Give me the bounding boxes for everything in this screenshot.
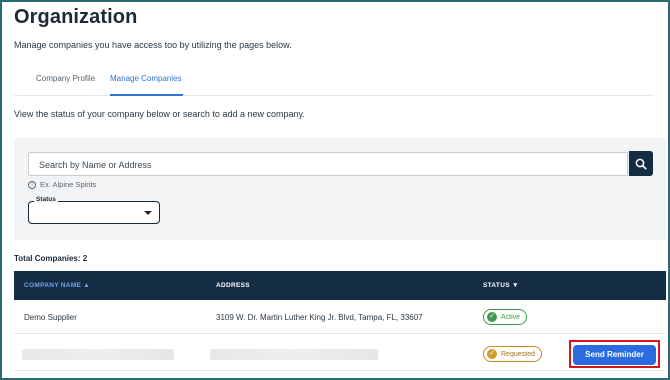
send-reminder-button[interactable]: Send Reminder — [573, 344, 656, 365]
redacted-company-name — [22, 349, 174, 360]
chevron-down-icon — [144, 211, 152, 215]
info-icon: i — [28, 180, 36, 189]
search-icon — [635, 158, 647, 170]
search-hint-text: Ex. Alpine Spirits — [40, 180, 97, 189]
search-placeholder: Search by Name or Address — [39, 160, 152, 170]
status-badge-requested: ✓ Requested — [483, 346, 542, 362]
column-header-address: ADDRESS — [216, 282, 250, 289]
table-row: Demo Supplier 3109 W. Dr. Martin Luther … — [14, 300, 666, 334]
address-cell: 3109 W. Dr. Martin Luther King Jr. Blvd,… — [216, 313, 423, 322]
column-header-company-name-label: COMPANY NAME — [24, 282, 82, 289]
search-button[interactable] — [629, 151, 653, 176]
active-tab-indicator — [110, 94, 183, 96]
status-badge-active: ✓ Active — [483, 309, 528, 325]
status-badge-label: Requested — [501, 350, 535, 358]
send-reminder-highlight: Send Reminder — [569, 340, 660, 368]
tab-manage-companies[interactable]: Manage Companies — [110, 74, 182, 83]
column-header-status[interactable]: STATUS ▼ — [483, 282, 519, 289]
page-description: Manage companies you have access too by … — [14, 40, 292, 50]
filter-panel: Search by Name or Address i Ex. Alpine S… — [14, 138, 666, 240]
tab-company-profile[interactable]: Company Profile — [36, 74, 95, 83]
table-row: ✓ Requested Send Reminder — [14, 337, 666, 371]
search-hint: i Ex. Alpine Spirits — [28, 180, 96, 189]
total-companies-count: Total Companies: 2 — [14, 254, 88, 263]
company-name-cell: Demo Supplier — [24, 313, 77, 322]
app-frame: Organization Manage companies you have a… — [0, 0, 670, 380]
status-dropdown-label: Status — [34, 196, 58, 203]
tab-bar: Company Profile Manage Companies — [14, 64, 654, 96]
search-input[interactable]: Search by Name or Address — [28, 152, 628, 176]
column-header-status-label: STATUS — [483, 282, 510, 289]
redacted-address — [210, 349, 378, 360]
clock-check-icon: ✓ — [487, 349, 497, 359]
section-description: View the status of your company below or… — [14, 109, 305, 119]
caret-up-icon: ▲ — [83, 282, 91, 289]
status-dropdown[interactable] — [28, 201, 160, 224]
column-header-company-name[interactable]: COMPANY NAME ▲ — [24, 282, 90, 289]
table-header: COMPANY NAME ▲ ADDRESS STATUS ▼ — [14, 271, 666, 300]
page-title: Organization — [14, 6, 138, 28]
caret-down-icon: ▼ — [511, 282, 519, 289]
check-circle-icon: ✓ — [487, 312, 497, 322]
status-badge-label: Active — [501, 313, 521, 321]
